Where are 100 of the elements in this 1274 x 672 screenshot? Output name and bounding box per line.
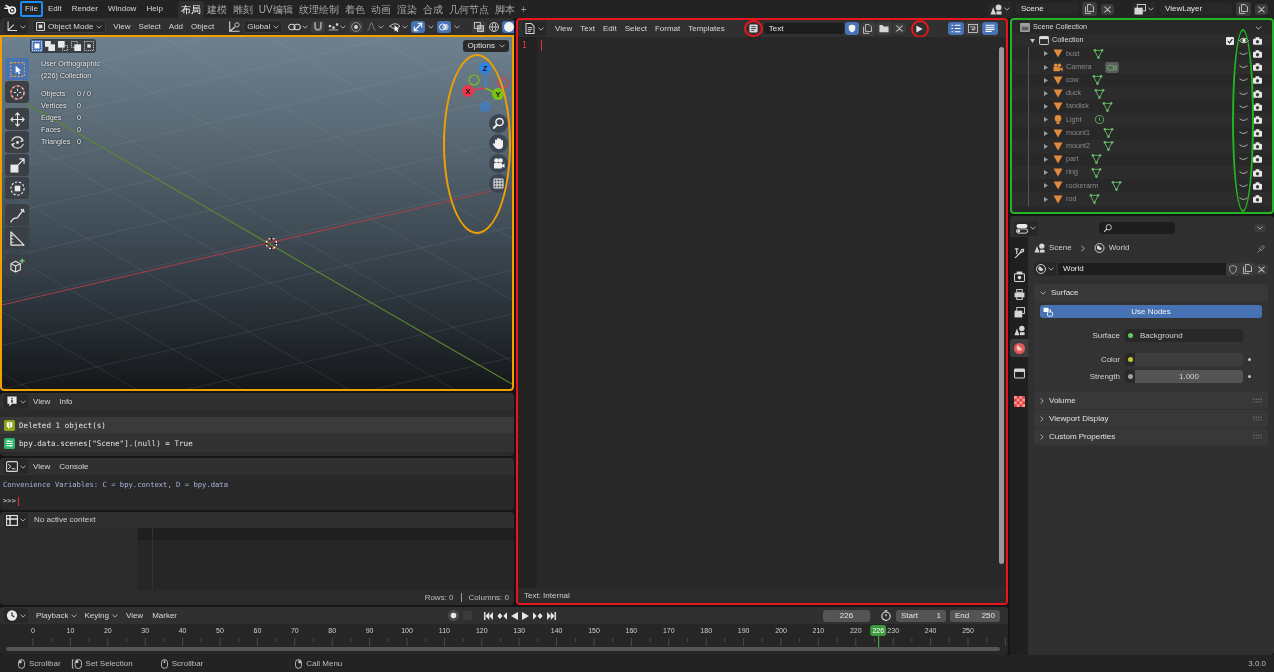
menu-item[interactable]: View xyxy=(29,393,55,410)
browse-button[interactable] xyxy=(988,1,1012,17)
menu-item[interactable]: Marker xyxy=(148,607,182,624)
closed-eye-icon[interactable] xyxy=(1239,144,1248,149)
frame-field[interactable]: 226 xyxy=(823,609,870,622)
toggle-button[interactable] xyxy=(982,22,998,35)
camera-icon[interactable] xyxy=(1253,36,1262,45)
breadcrumb-item[interactable]: Scene xyxy=(1049,243,1072,253)
tool-button[interactable] xyxy=(5,227,29,249)
play-icon[interactable] xyxy=(522,611,529,620)
snap-toggle[interactable] xyxy=(311,20,326,33)
mode-dropdown[interactable]: Object Mode xyxy=(32,19,107,34)
camera-icon[interactable] xyxy=(1253,155,1262,164)
closed-eye-icon[interactable] xyxy=(1239,131,1248,136)
hand-icon[interactable] xyxy=(489,134,508,153)
visibility-button[interactable] xyxy=(387,20,411,33)
tool-button[interactable] xyxy=(5,108,29,130)
workspace-tab[interactable]: 几何节点 xyxy=(445,1,492,18)
copy-button[interactable] xyxy=(1082,2,1097,16)
expand-arrow-icon[interactable] xyxy=(1044,91,1048,97)
tool-button[interactable] xyxy=(5,131,29,153)
closed-eye-icon[interactable] xyxy=(1239,65,1248,70)
text-name-field[interactable]: Text xyxy=(763,22,844,35)
add-workspace-button[interactable]: + xyxy=(517,1,530,18)
orientation-dropdown[interactable]: Global xyxy=(243,19,284,34)
workspace-tab[interactable]: 脚本 xyxy=(491,1,518,18)
snap-target-button[interactable] xyxy=(326,21,349,32)
camera-icon[interactable] xyxy=(1253,115,1262,124)
prev-keyframe-icon[interactable] xyxy=(497,611,507,620)
camera-icon[interactable] xyxy=(489,154,508,173)
search-field[interactable] xyxy=(1099,222,1176,234)
expand-arrow-icon[interactable] xyxy=(1044,117,1048,123)
expand-arrow-icon[interactable] xyxy=(1044,170,1048,176)
panel-header[interactable]: Viewport Display xyxy=(1034,410,1268,427)
record-icon[interactable] xyxy=(448,610,459,621)
shading-button[interactable] xyxy=(487,20,502,33)
use-nodes-button[interactable]: Use Nodes xyxy=(1040,305,1262,318)
tool-button[interactable] xyxy=(5,154,29,176)
panel-header[interactable]: Custom Properties xyxy=(1034,428,1268,445)
new-text-button[interactable] xyxy=(859,21,875,36)
collapse-button[interactable] xyxy=(1254,224,1266,232)
start-frame-field[interactable]: Start 1 xyxy=(896,609,946,622)
next-keyframe-icon[interactable] xyxy=(533,611,543,620)
close-button[interactable] xyxy=(892,23,906,34)
expand-arrow-icon[interactable] xyxy=(1029,38,1035,43)
menu-item[interactable]: View xyxy=(551,20,577,37)
camera-icon[interactable] xyxy=(1253,129,1262,138)
overlay-toggle[interactable] xyxy=(437,20,452,33)
camera-icon[interactable] xyxy=(1253,102,1262,111)
closed-eye-icon[interactable] xyxy=(1239,197,1248,202)
tool-button[interactable] xyxy=(5,81,29,103)
menu-item[interactable]: View xyxy=(29,458,55,475)
toggle-button[interactable] xyxy=(948,22,964,35)
menu-item[interactable]: Help xyxy=(141,1,168,17)
close-button[interactable] xyxy=(1255,3,1268,15)
view-layer-field[interactable]: ViewLayer xyxy=(1160,3,1232,15)
scene-field[interactable]: Scene xyxy=(1016,3,1078,15)
end-frame-field[interactable]: End 250 xyxy=(950,609,1000,622)
workspace-tab[interactable]: 合成 xyxy=(419,1,446,18)
menu-item[interactable]: Select xyxy=(134,18,165,35)
menu-item[interactable]: Console xyxy=(55,458,93,475)
menu-item[interactable]: Format xyxy=(650,20,685,37)
closed-eye-icon[interactable] xyxy=(1239,91,1248,96)
caret-icon[interactable] xyxy=(454,24,461,29)
menu-item[interactable]: File xyxy=(20,1,43,17)
menu-item[interactable]: Text xyxy=(576,20,599,37)
breadcrumb-item[interactable]: World xyxy=(1108,243,1130,253)
menu-item[interactable]: Render xyxy=(66,1,103,17)
menu-item[interactable]: Window xyxy=(102,1,142,17)
xray-toggle[interactable] xyxy=(472,20,487,33)
tool-button[interactable] xyxy=(5,254,29,276)
editor-type-button[interactable] xyxy=(1014,220,1038,236)
workspace-tab[interactable]: 纹理绘制 xyxy=(295,1,342,18)
camera-icon[interactable] xyxy=(1253,63,1262,72)
menu-item[interactable]: Templates xyxy=(684,20,729,37)
play-reverse-icon[interactable] xyxy=(511,611,518,620)
menu-item[interactable]: Select xyxy=(620,20,651,37)
camera-icon[interactable] xyxy=(1253,168,1262,177)
proportional-toggle[interactable] xyxy=(349,20,364,33)
workspace-tab[interactable]: 建模 xyxy=(203,1,230,18)
caret-icon[interactable] xyxy=(428,24,435,29)
editor-type-button[interactable] xyxy=(522,21,546,36)
camera-icon[interactable] xyxy=(1253,89,1262,98)
properties-tab[interactable] xyxy=(1010,339,1028,357)
logo-icon[interactable] xyxy=(4,3,17,15)
editor-type-button[interactable] xyxy=(4,608,28,623)
camera-icon[interactable] xyxy=(1253,49,1262,58)
menu-item[interactable]: Info xyxy=(55,393,77,410)
tool-button[interactable] xyxy=(5,177,29,199)
workspace-tab[interactable]: 动画 xyxy=(367,1,394,18)
expand-arrow-icon[interactable] xyxy=(1044,183,1048,189)
skip-end-icon[interactable] xyxy=(547,611,556,620)
camera-icon[interactable] xyxy=(1253,195,1262,204)
toggle-button[interactable] xyxy=(965,22,981,35)
closed-eye-icon[interactable] xyxy=(1239,78,1248,83)
selection-mode-button[interactable] xyxy=(70,40,82,52)
selection-mode-button[interactable] xyxy=(57,40,69,52)
zoom-icon[interactable] xyxy=(489,114,508,133)
closed-eye-icon[interactable] xyxy=(1239,104,1248,109)
fake-user-button[interactable] xyxy=(844,22,859,35)
